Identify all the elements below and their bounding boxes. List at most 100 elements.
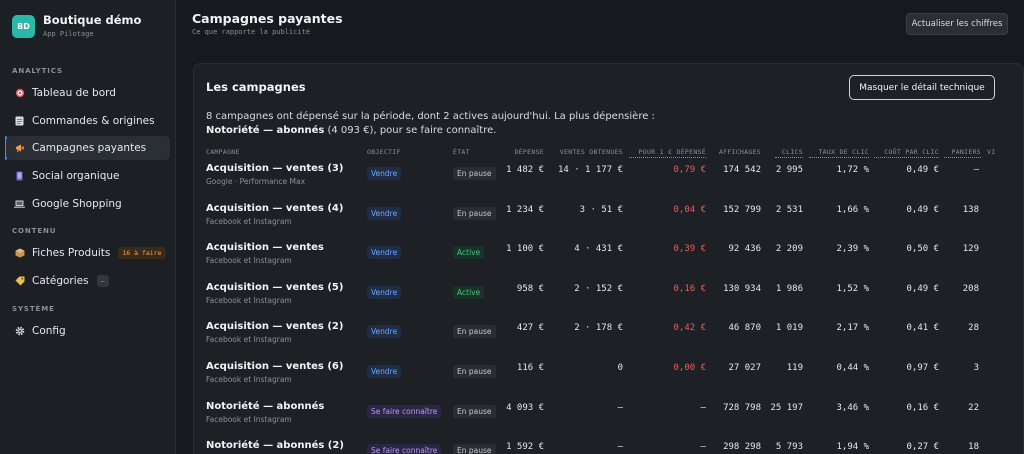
cell-paniers: 28 xyxy=(968,323,979,334)
sidebar-item-categories[interactable]: Catégories — xyxy=(6,269,170,293)
sidebar-item-fiches-produits[interactable]: Fiches Produits 16 à faire xyxy=(6,241,170,265)
col-header-ventes[interactable]: VENTES OBTENUES xyxy=(544,148,623,156)
campaign-source: Facebook et Instagram xyxy=(206,216,292,226)
sidebar: BD Boutique démo App Pilotage ANALYTICS … xyxy=(0,0,176,454)
col-header-pour-1-euro[interactable]: POUR 1 € DÉPENSÉ xyxy=(629,148,706,158)
table-row[interactable]: Acquisition — ventes (2) Facebook et Inst… xyxy=(194,317,1023,357)
section-analytics: ANALYTICS xyxy=(12,67,63,75)
app-name: Boutique démo xyxy=(43,13,142,27)
megaphone-icon xyxy=(14,143,25,154)
sidebar-item-config[interactable]: Config xyxy=(6,319,170,343)
brand[interactable]: BD Boutique démo App Pilotage xyxy=(12,14,141,38)
cell-affichages: 728 798 xyxy=(723,402,761,413)
col-header-clics[interactable]: CLICS xyxy=(775,148,803,158)
cell-pour-1-euro: — xyxy=(700,402,706,413)
cell-clics: 5 793 xyxy=(775,442,803,453)
package-icon xyxy=(14,248,25,259)
col-header-campagne[interactable]: CAMPAGNE xyxy=(206,148,240,156)
campaign-name: Acquisition — ventes (3) xyxy=(206,163,344,174)
cell-affichages: 46 870 xyxy=(728,323,761,334)
target-icon xyxy=(14,88,25,99)
cell-affichages: 92 436 xyxy=(728,244,761,255)
sidebar-item-label: Config xyxy=(32,325,66,337)
page-subtitle: Ce que rapporte la publicité xyxy=(192,28,311,36)
col-header-paniers[interactable]: PANIERS xyxy=(944,148,981,158)
sidebar-item-campagnes-payantes[interactable]: Campagnes payantes xyxy=(6,136,170,160)
cell-ventes: 0 xyxy=(617,363,623,373)
cell-ventes: 3 · 51 € xyxy=(579,204,623,215)
sidebar-item-google-shopping[interactable]: Google Shopping xyxy=(6,192,170,216)
cell-depense: 427 € xyxy=(516,323,544,334)
status-badge: En pause xyxy=(453,206,496,220)
objective-badge: Vendre xyxy=(367,285,402,299)
campaign-cell: Notoriété — abonnés (2)Facebook et Insta… xyxy=(206,440,344,454)
status-badge: Active xyxy=(453,285,485,299)
table-row[interactable]: Notoriété — abonnés Facebook et Instagram… xyxy=(194,397,1023,437)
cell-depense: 958 € xyxy=(516,283,544,294)
campaign-name: Acquisition — ventes xyxy=(206,242,324,254)
table-row[interactable]: Notoriété — abonnés (2)Facebook et Insta… xyxy=(194,436,1023,454)
cell-clics: 2 995 xyxy=(775,165,803,175)
cell-paniers: — xyxy=(973,165,979,175)
table-row[interactable]: Acquisition — ventes (4) Facebook et Inst… xyxy=(194,199,1023,239)
campaign-name: Acquisition — ventes (2) xyxy=(206,321,344,333)
refresh-button[interactable]: Actualiser les chiffres xyxy=(906,13,1008,35)
cell-taux-de-clic: 1,72 % xyxy=(836,165,869,175)
cell-pour-1-euro: 0,42 € xyxy=(673,323,706,334)
cell-ventes: 2 · 152 € xyxy=(574,283,623,294)
col-header-objectif[interactable]: OBJECTIF xyxy=(367,148,401,156)
campaign-name: Notoriété — abonnés (2) xyxy=(206,440,344,452)
campaign-cell: Notoriété — abonnés Facebook et Instagram xyxy=(206,401,324,424)
table-row[interactable]: Acquisition — ventes Facebook et Instagra… xyxy=(194,238,1023,278)
col-header-vi[interactable]: VI xyxy=(987,148,995,156)
card-title: Les campagnes xyxy=(206,80,306,94)
cell-depense: 116 € xyxy=(516,363,544,373)
sidebar-item-commandes[interactable]: Commandes & origines xyxy=(6,109,170,133)
cell-cout-par-clic: 0,41 € xyxy=(906,323,939,334)
app-subtitle: App Pilotage xyxy=(43,30,94,38)
cell-ventes: — xyxy=(617,402,623,413)
cell-depense: 4 093 € xyxy=(506,402,544,413)
cell-affichages: 152 799 xyxy=(723,204,761,215)
label-icon xyxy=(14,276,25,287)
campaign-source: Facebook et Instagram xyxy=(206,335,292,345)
col-header-etat[interactable]: ÉTAT xyxy=(453,148,470,156)
section-contenu: CONTENU xyxy=(12,227,57,235)
document-icon xyxy=(14,116,25,127)
campaign-cell: Acquisition — ventes (5) Facebook et Inst… xyxy=(206,282,343,305)
status-badge: En pause xyxy=(453,325,496,339)
cell-ventes: 2 · 178 € xyxy=(574,323,623,334)
cell-cout-par-clic: 0,49 € xyxy=(906,165,939,175)
cell-cout-par-clic: 0,16 € xyxy=(906,402,939,413)
cell-clics: 2 209 xyxy=(775,244,803,255)
sidebar-item-tableau-de-bord[interactable]: Tableau de bord xyxy=(6,81,170,105)
objective-badge: Vendre xyxy=(367,325,402,339)
sidebar-item-label: Catégories xyxy=(32,275,89,287)
status-badge: En pause xyxy=(453,365,496,378)
sidebar-item-social-organique[interactable]: Social organique xyxy=(6,164,170,188)
cell-pour-1-euro: — xyxy=(700,442,706,453)
col-header-affichages[interactable]: AFFICHAGES xyxy=(709,148,761,156)
cell-depense: 1 100 € xyxy=(506,244,544,255)
cell-pour-1-euro: 0,00 € xyxy=(673,363,706,373)
cell-taux-de-clic: 2,39 % xyxy=(836,244,869,255)
campaign-cell: Acquisition — ventes (6) Facebook et Inst… xyxy=(206,361,343,384)
campaign-name: Acquisition — ventes (6) xyxy=(206,361,344,372)
col-header-depense[interactable]: DÉPENSE xyxy=(494,148,544,156)
table-row[interactable]: Acquisition — ventes (6) Facebook et Inst… xyxy=(194,357,1023,397)
table-row[interactable]: Acquisition — ventes (5) Facebook et Inst… xyxy=(194,278,1023,318)
campaigns-card: Les campagnes Masquer le détail techniqu… xyxy=(193,63,1024,454)
table-row[interactable]: Acquisition — ventes (3) Google · Perform… xyxy=(194,159,1023,199)
cell-paniers: 18 xyxy=(968,442,979,453)
summary-text: 8 campagnes ont dépensé sur la période, … xyxy=(206,110,655,138)
cell-clics: 1 019 xyxy=(775,323,803,334)
col-header-cout-par-clic[interactable]: COÛT PAR CLIC xyxy=(874,148,939,158)
toggle-technical-details-button[interactable]: Masquer le détail technique xyxy=(849,75,995,100)
summary-rest: (4 093 €), pour se faire connaître. xyxy=(324,125,497,136)
campaign-cell: Acquisition — ventes (2) Facebook et Inst… xyxy=(206,321,343,344)
cell-depense: 1 482 € xyxy=(506,165,544,175)
col-header-taux-de-clic[interactable]: TAUX DE CLIC xyxy=(809,148,869,158)
sidebar-item-label: Commandes & origines xyxy=(32,115,155,127)
objective-badge: Vendre xyxy=(367,206,402,220)
cell-ventes: 14 · 1 177 € xyxy=(557,165,623,175)
